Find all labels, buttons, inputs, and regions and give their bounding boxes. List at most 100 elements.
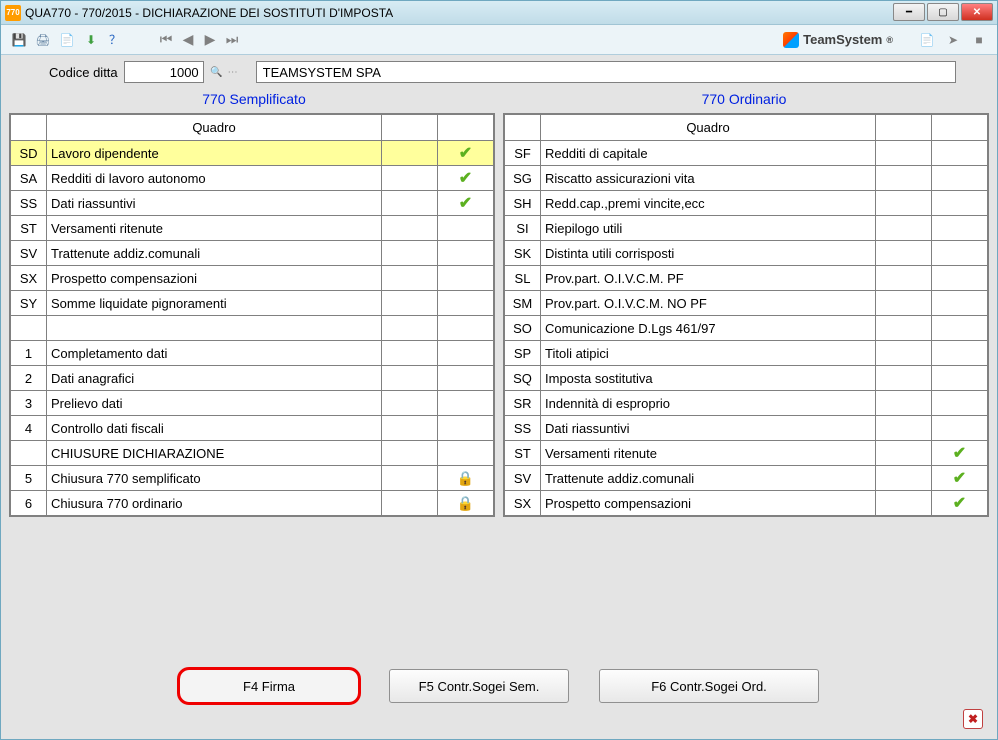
cell-code: 2 — [11, 366, 47, 391]
table-row[interactable]: SSDati riassuntivi — [505, 416, 988, 441]
table-row[interactable]: SVTrattenute addiz.comunali✔ — [505, 466, 988, 491]
cell-desc: Titoli atipici — [541, 341, 876, 366]
close-icon[interactable]: ✖ — [963, 709, 983, 729]
cell-desc: Prelievo dati — [47, 391, 382, 416]
help-icon[interactable]: ？ — [105, 30, 125, 50]
col-code — [11, 115, 47, 141]
cell-col-a — [876, 141, 932, 166]
cell-col-b: ✔ — [438, 141, 494, 166]
table-row[interactable]: SKDistinta utili corrisposti — [505, 241, 988, 266]
cell-code: SA — [11, 166, 47, 191]
table-row[interactable]: 3Prelievo dati — [11, 391, 494, 416]
window-maximize-button[interactable]: ▢ — [927, 3, 959, 21]
table-row[interactable]: SYSomme liquidate pignoramenti — [11, 291, 494, 316]
cell-desc: Prov.part. O.I.V.C.M. NO PF — [541, 291, 876, 316]
table-row[interactable]: SVTrattenute addiz.comunali — [11, 241, 494, 266]
table-row[interactable]: SPTitoli atipici — [505, 341, 988, 366]
cell-desc: Riscatto assicurazioni vita — [541, 166, 876, 191]
nav-first-icon[interactable]: ⏮ — [157, 31, 175, 49]
cell-desc: Versamenti ritenute — [541, 441, 876, 466]
cell-desc: Riepilogo utili — [541, 216, 876, 241]
window-close-button[interactable]: ✕ — [961, 3, 993, 21]
disk-icon[interactable]: 💾 — [9, 30, 29, 50]
contr-sogei-sem-button[interactable]: F5 Contr.Sogei Sem. — [389, 669, 569, 703]
table-row[interactable]: 2Dati anagrafici — [11, 366, 494, 391]
codice-ditta-input[interactable] — [124, 61, 204, 83]
link-semplificato[interactable]: 770 Semplificato — [9, 91, 499, 107]
cell-col-a — [382, 141, 438, 166]
cell-col-b — [932, 341, 988, 366]
table-row[interactable]: STVersamenti ritenute — [11, 216, 494, 241]
window-title: QUA770 - 770/2015 - DICHIARAZIONE DEI SO… — [25, 6, 993, 20]
stop-icon[interactable]: ■ — [969, 30, 989, 50]
table-row[interactable]: 6Chiusura 770 ordinario🔒 — [11, 491, 494, 516]
cell-col-a — [382, 491, 438, 516]
cell-col-b — [932, 141, 988, 166]
firma-button[interactable]: F4 Firma — [179, 669, 359, 703]
table-row[interactable]: SQImposta sostitutiva — [505, 366, 988, 391]
cell-col-b: ✔ — [932, 466, 988, 491]
cell-desc: Trattenute addiz.comunali — [541, 466, 876, 491]
forward-icon[interactable]: ➤ — [943, 30, 963, 50]
cell-col-a — [876, 491, 932, 516]
cell-code: SD — [11, 141, 47, 166]
print-icon[interactable]: 🖨 — [33, 30, 53, 50]
table-row[interactable]: SIRiepilogo utili — [505, 216, 988, 241]
table-ordinario: Quadro SFRedditi di capitaleSGRiscatto a… — [503, 113, 989, 517]
cell-desc: Prov.part. O.I.V.C.M. PF — [541, 266, 876, 291]
cell-code: SK — [505, 241, 541, 266]
cell-desc: Dati anagrafici — [47, 366, 382, 391]
ellipsis-icon[interactable]: ⋯ — [226, 65, 240, 79]
link-ordinario[interactable]: 770 Ordinario — [499, 91, 989, 107]
cell-desc: Redditi di lavoro autonomo — [47, 166, 382, 191]
cell-col-b: ✔ — [438, 191, 494, 216]
search-icon[interactable]: 🔍 — [210, 65, 224, 79]
table-row[interactable] — [11, 316, 494, 341]
cell-col-a — [382, 341, 438, 366]
company-name-input[interactable] — [256, 61, 956, 83]
table-row[interactable]: SLProv.part. O.I.V.C.M. PF — [505, 266, 988, 291]
table-row[interactable]: SHRedd.cap.,premi vincite,ecc — [505, 191, 988, 216]
table-row[interactable]: 5Chiusura 770 semplificato🔒 — [11, 466, 494, 491]
nav-last-icon[interactable]: ⏭ — [223, 31, 241, 49]
lock-icon: 🔒 — [457, 470, 474, 486]
table-row[interactable]: SDLavoro dipendente✔ — [11, 141, 494, 166]
table-row[interactable]: CHIUSURE DICHIARAZIONE — [11, 441, 494, 466]
table-row[interactable]: 4Controllo dati fiscali — [11, 416, 494, 441]
cell-col-a — [876, 316, 932, 341]
cell-col-a — [382, 366, 438, 391]
table-row[interactable]: SFRedditi di capitale — [505, 141, 988, 166]
table-row[interactable]: SARedditi di lavoro autonomo ✔ — [11, 166, 494, 191]
table-row[interactable]: SOComunicazione D.Lgs 461/97 — [505, 316, 988, 341]
window-minimize-button[interactable]: ━ — [893, 3, 925, 21]
cell-col-b — [438, 241, 494, 266]
check-icon: ✔ — [459, 170, 472, 187]
table-row[interactable]: STVersamenti ritenute✔ — [505, 441, 988, 466]
cell-col-a — [382, 166, 438, 191]
cell-col-b — [438, 266, 494, 291]
col-quadro: Quadro — [541, 115, 876, 141]
cell-code: SS — [505, 416, 541, 441]
table-row[interactable]: SXProspetto compensazioni — [11, 266, 494, 291]
table-row[interactable]: SSDati riassuntivi✔ — [11, 191, 494, 216]
document-icon[interactable]: 📄 — [917, 30, 937, 50]
cell-code: ST — [11, 216, 47, 241]
table-row[interactable]: SGRiscatto assicurazioni vita — [505, 166, 988, 191]
contr-sogei-ord-button[interactable]: F6 Contr.Sogei Ord. — [599, 669, 819, 703]
table-row[interactable]: 1Completamento dati — [11, 341, 494, 366]
cell-col-a — [876, 191, 932, 216]
check-icon: ✔ — [459, 145, 472, 162]
cell-code: SR — [505, 391, 541, 416]
table-row[interactable]: SMProv.part. O.I.V.C.M. NO PF — [505, 291, 988, 316]
cell-col-a — [876, 216, 932, 241]
export-icon[interactable]: ⬇ — [81, 30, 101, 50]
cell-col-b: 🔒 — [438, 491, 494, 516]
cell-code: SS — [11, 191, 47, 216]
cell-col-b — [438, 291, 494, 316]
cell-desc: Prospetto compensazioni — [541, 491, 876, 516]
nav-prev-icon[interactable]: ◀ — [179, 31, 197, 49]
copy-icon[interactable]: 📄 — [57, 30, 77, 50]
table-row[interactable]: SRIndennità di esproprio — [505, 391, 988, 416]
table-row[interactable]: SXProspetto compensazioni✔ — [505, 491, 988, 516]
nav-next-icon[interactable]: ▶ — [201, 31, 219, 49]
